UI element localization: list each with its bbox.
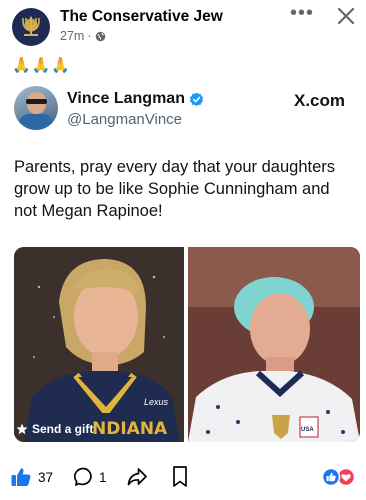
menorah-seal-icon (22, 16, 40, 36)
embedded-x-post[interactable]: Vince Langman @LangmanVince X.com Parent… (0, 80, 366, 448)
player-portrait-left (14, 247, 184, 442)
x-author-handle: @LangmanVince (67, 111, 183, 128)
x-author-name-row: Vince Langman (67, 90, 204, 108)
post-header: The Conservative Jew 27m · ••• (0, 0, 366, 52)
x-post-text: Parents, pray every day that your daught… (14, 158, 336, 220)
globe-icon (95, 31, 105, 41)
x-brand-label: X.com (294, 91, 346, 110)
comment-icon[interactable] (73, 466, 95, 488)
photo-right-player[interactable]: USA (188, 247, 360, 442)
reaction-icons[interactable] (320, 467, 356, 487)
player-portrait-right (188, 247, 360, 442)
usa-patch: USA (301, 427, 314, 433)
meta-separator: · (87, 29, 92, 43)
x-author-name: Vince Langman (67, 90, 185, 107)
verified-badge-icon (189, 92, 204, 106)
like-count[interactable]: 37 (38, 470, 53, 485)
bookmark-icon[interactable] (171, 465, 189, 488)
send-gift-button[interactable]: Send a gift (16, 422, 93, 436)
post-time[interactable]: 27m (60, 29, 84, 43)
post-caption: 🙏🙏🙏 (12, 57, 72, 74)
post-meta: 27m · (60, 29, 106, 43)
close-icon[interactable] (336, 6, 356, 26)
page-name[interactable]: The Conservative Jew (60, 8, 223, 26)
x-author-avatar (14, 86, 58, 130)
like-thumb-icon[interactable] (10, 466, 32, 488)
gift-star-icon (16, 423, 28, 435)
page-avatar[interactable] (12, 8, 50, 46)
jersey-sponsor: Lexus (144, 397, 169, 407)
send-gift-label: Send a gift (32, 422, 94, 436)
photo-left-player[interactable]: NDIANA Lexus (14, 247, 184, 442)
more-options-icon[interactable]: ••• (290, 3, 314, 24)
jersey-text: NDIANA (92, 419, 168, 439)
post-actions: 37 1 (0, 456, 366, 500)
share-icon[interactable] (126, 466, 148, 488)
comment-count[interactable]: 1 (99, 470, 107, 485)
